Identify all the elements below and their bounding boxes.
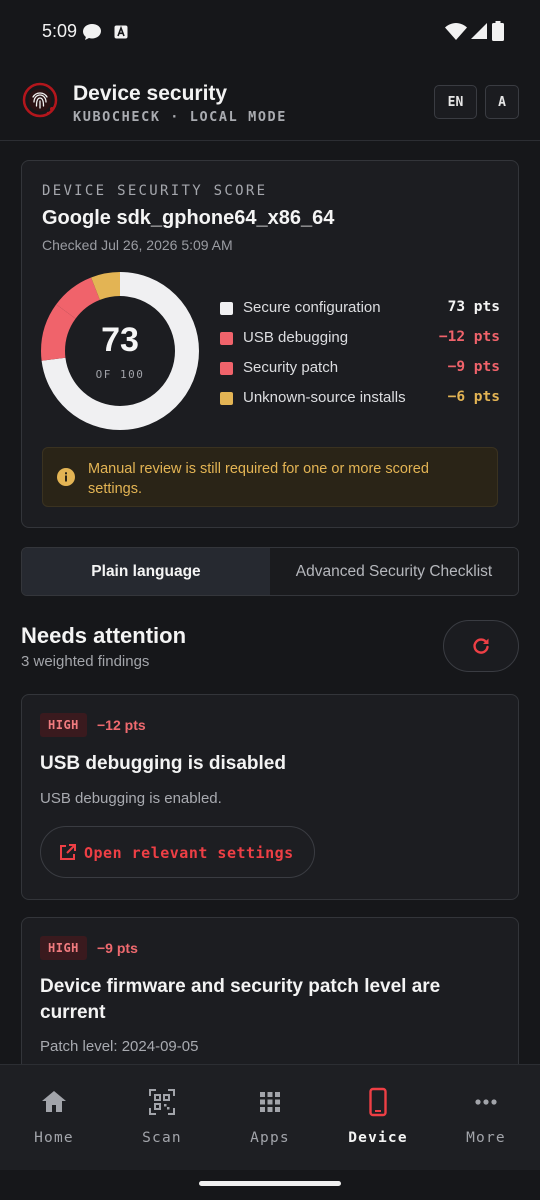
chat-bubble-icon (83, 24, 101, 40)
app-header: Device security KUBOCHECK · LOCAL MODE E… (0, 64, 540, 141)
legend-label: Secure configuration (243, 299, 381, 316)
legend-points: 73 pts (447, 299, 500, 315)
nav-label-scan: Scan (142, 1130, 182, 1146)
refresh-button[interactable] (443, 620, 519, 672)
wifi-icon (445, 23, 467, 40)
finding-description: USB debugging is enabled. (40, 790, 222, 807)
signal-icon (471, 23, 487, 39)
nav-item-home[interactable]: Home (0, 1065, 108, 1170)
score-card-label: DEVICE SECURITY SCORE (42, 183, 268, 199)
legend-swatch (220, 392, 233, 405)
security-score-card: DEVICE SECURITY SCORE Google sdk_gphone6… (21, 160, 519, 528)
language-button[interactable]: EN (434, 85, 477, 119)
nav-item-more[interactable]: More (432, 1065, 540, 1170)
legend-row-secure-configuration: Secure configuration 73 pts (220, 294, 500, 324)
legend-points: −6 pts (447, 389, 500, 405)
section-title: Needs attention (21, 623, 187, 648)
open-settings-label: Open relevant settings (84, 844, 294, 862)
legend-swatch (220, 362, 233, 375)
finding-card-usb-debugging: HIGH −12 pts USB debugging is disabled U… (21, 694, 519, 900)
grid-icon (260, 1092, 280, 1112)
open-settings-button[interactable]: Open relevant settings (40, 826, 315, 878)
app-title: Device security (73, 82, 228, 105)
nav-item-device[interactable]: Device (324, 1065, 432, 1170)
home-icon (42, 1091, 66, 1112)
legend-points: −12 pts (438, 329, 500, 345)
finding-title: Device firmware and security patch level… (40, 976, 441, 1023)
legend-points: −9 pts (447, 359, 500, 375)
phone-icon (369, 1087, 387, 1117)
nav-label-home: Home (34, 1130, 74, 1146)
status-time: 5:09 (42, 21, 78, 41)
app-subtitle: KUBOCHECK · LOCAL MODE (73, 109, 288, 125)
legend-row-usb-debugging: USB debugging −12 pts (220, 324, 500, 354)
legend-label: Unknown-source installs (243, 389, 406, 406)
finding-card-security-patch: HIGH −9 pts Device firmware and security… (21, 917, 519, 1087)
score-of-label: OF 100 (95, 368, 145, 381)
nav-item-scan[interactable]: Scan (108, 1065, 216, 1170)
external-link-icon (60, 844, 76, 860)
nav-label-device: Device (348, 1130, 408, 1146)
legend-row-security-patch: Security patch −9 pts (220, 354, 500, 384)
text-size-button[interactable]: A (485, 85, 519, 119)
section-subtitle: 3 weighted findings (21, 653, 150, 670)
tab-advanced-checklist[interactable]: Advanced Security Checklist (270, 548, 518, 595)
legend-row-unknown-source-installs: Unknown-source installs −6 pts (220, 384, 500, 414)
status-bar: 5:09 (0, 0, 540, 64)
score-legend: Secure configuration 73 pts USB debuggin… (220, 294, 500, 414)
finding-title: USB debugging is disabled (40, 753, 286, 774)
finding-points: −12 pts (97, 717, 146, 733)
font-a-icon (114, 25, 128, 39)
warning-text: Manual review is still required for one … (88, 461, 429, 497)
legend-label: USB debugging (243, 329, 349, 346)
manual-review-warning: Manual review is still required for one … (42, 447, 498, 507)
battery-icon (492, 21, 504, 41)
qr-scan-icon (149, 1089, 175, 1115)
finding-points: −9 pts (97, 940, 138, 956)
fingerprint-logo-icon (22, 82, 58, 118)
severity-badge: HIGH (40, 936, 87, 960)
checked-timestamp: Checked Jul 26, 2026 5:09 AM (42, 237, 233, 253)
gesture-bar (199, 1181, 341, 1186)
info-icon (57, 468, 75, 486)
finding-description: Patch level: 2024-09-05 (40, 1038, 199, 1055)
tab-plain-language[interactable]: Plain language (22, 548, 270, 595)
nav-label-more: More (466, 1130, 506, 1146)
severity-badge: HIGH (40, 713, 87, 737)
legend-swatch (220, 332, 233, 345)
device-name: Google sdk_gphone64_x86_64 (42, 207, 335, 229)
legend-label: Security patch (243, 359, 339, 376)
more-icon (475, 1099, 497, 1105)
legend-swatch (220, 302, 233, 315)
bottom-navigation: Home Scan Apps Device More (0, 1064, 540, 1170)
score-value: 73 (101, 321, 139, 359)
view-mode-tabs: Plain language Advanced Security Checkli… (21, 547, 519, 596)
refresh-icon (473, 638, 489, 654)
nav-label-apps: Apps (250, 1130, 290, 1146)
nav-item-apps[interactable]: Apps (216, 1065, 324, 1170)
